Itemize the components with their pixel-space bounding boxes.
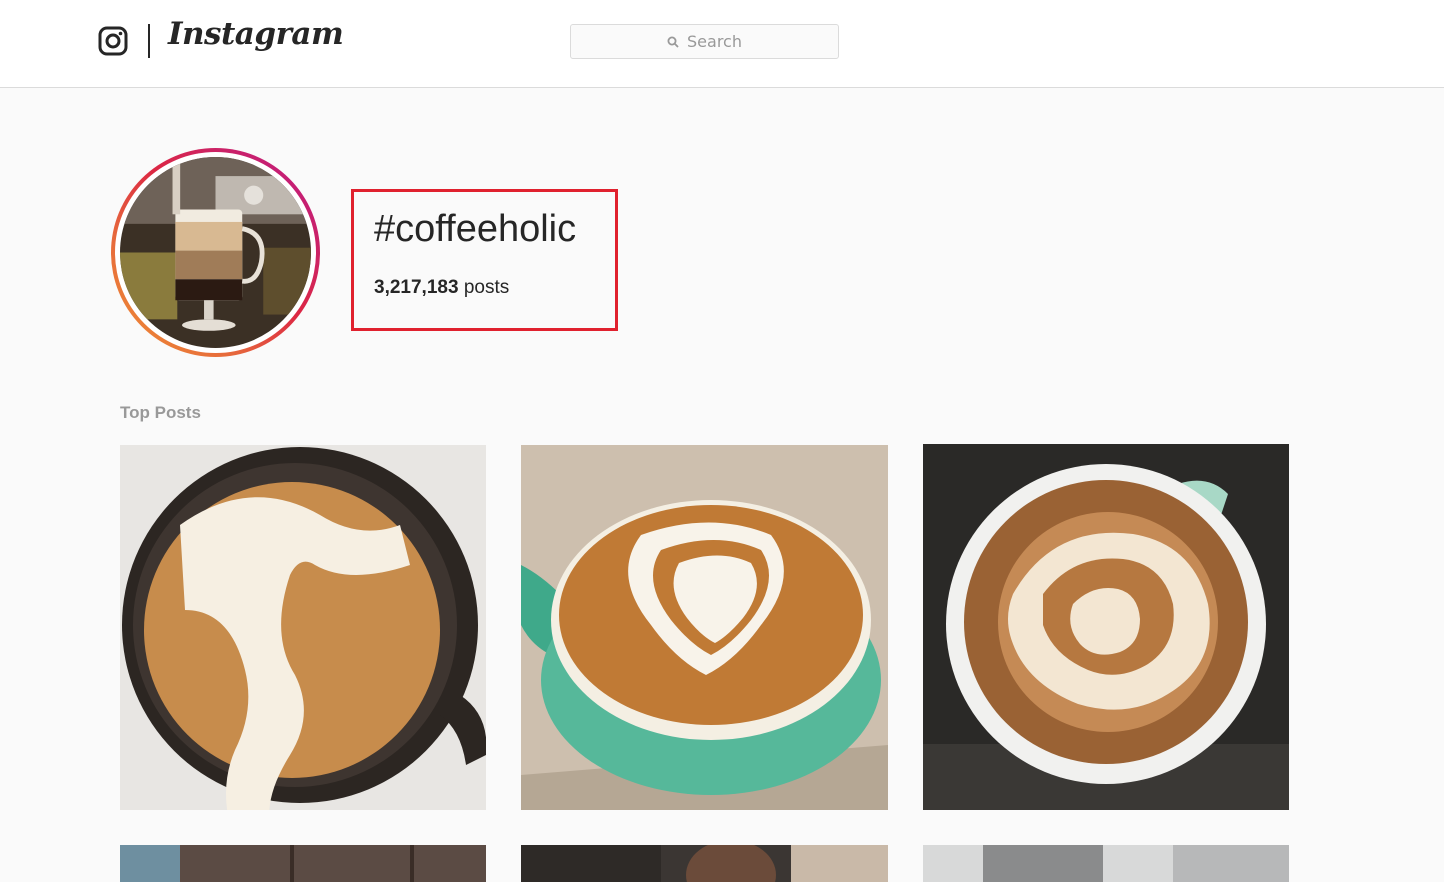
post-image-cappuccino <box>120 445 486 810</box>
post-thumbnail[interactable] <box>120 845 486 882</box>
hashtag-avatar-image <box>120 157 311 348</box>
post-image-partial <box>120 845 486 882</box>
top-nav-bar: Instagram Search <box>0 0 1444 88</box>
post-count: 3,217,183 posts <box>374 277 509 299</box>
post-image-latte-heart <box>521 445 888 810</box>
post-thumbnail[interactable] <box>923 845 1289 882</box>
post-thumbnail[interactable] <box>120 445 486 810</box>
top-posts-heading: Top Posts <box>120 403 201 422</box>
post-count-number: 3,217,183 <box>374 277 459 298</box>
hashtag-title: #coffeeholic <box>374 208 577 250</box>
post-thumbnail[interactable] <box>923 444 1289 810</box>
logo-divider <box>148 24 150 58</box>
instagram-camera-icon[interactable] <box>98 26 128 56</box>
post-thumbnail[interactable] <box>521 845 888 882</box>
hashtag-info-highlight: #coffeeholic 3,217,183 posts <box>351 189 618 331</box>
post-image-partial <box>521 845 888 882</box>
search-icon <box>667 36 679 48</box>
post-image-partial <box>923 845 1289 882</box>
post-image-latte-tiger <box>923 444 1289 810</box>
hashtag-avatar <box>111 148 320 357</box>
post-count-label: posts <box>463 277 510 298</box>
post-thumbnail[interactable] <box>521 445 888 810</box>
search-input[interactable]: Search <box>570 24 839 59</box>
instagram-wordmark-logo[interactable]: Instagram <box>168 16 344 52</box>
search-placeholder: Search <box>687 32 742 51</box>
